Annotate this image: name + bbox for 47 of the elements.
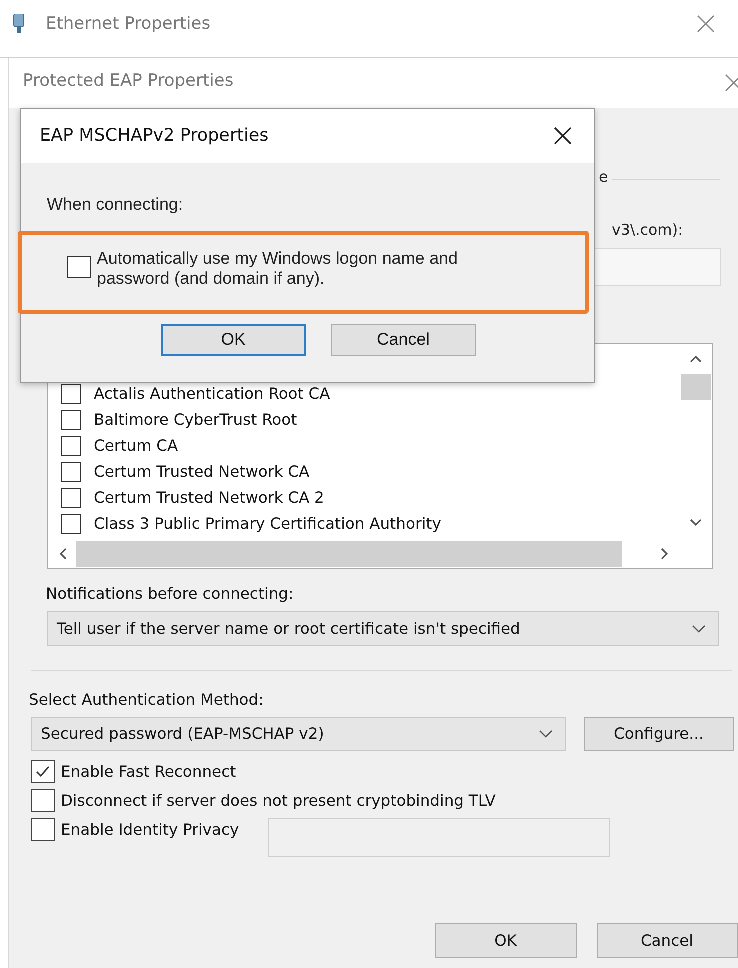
authentication-method-label: Select Authentication Method: [29,691,265,709]
option-label: Enable Identity Privacy [61,820,240,838]
checkbox[interactable] [61,410,81,430]
notifications-dropdown[interactable]: Tell user if the server name or root certificate isn't specified [47,611,719,646]
checkbox[interactable] [61,488,81,508]
checkbox[interactable] [31,760,55,783]
configure-button[interactable]: Configure... [584,717,734,751]
prompt-label: When connecting: [47,195,184,215]
checkbox[interactable] [61,462,81,482]
chevron-down-icon [539,730,553,738]
identity-field[interactable] [268,818,610,857]
ok-button[interactable]: OK [161,324,306,356]
certificate-name: Class 3 Public Primary Certification Authority [94,515,442,533]
option-label: Automatically use my Windows logon name and password (and domain if any). [97,249,459,289]
scroll-thumb[interactable] [681,374,711,400]
certificate-name: Actalis Authentication Root CA [94,385,330,403]
cancel-button[interactable]: Cancel [331,324,476,356]
option-label: Disconnect if server does not present cryptobinding TLV [61,792,496,810]
network-adapter-icon [12,14,26,34]
chevron-down-icon [692,624,706,632]
scroll-thumb[interactable] [76,541,622,567]
checkmark-icon [35,764,51,778]
certificate-name: Certum Trusted Network CA [94,463,310,481]
group-label: e [599,168,608,186]
scroll-up-icon[interactable] [689,354,703,364]
checkbox[interactable] [61,436,81,456]
window-title: Protected EAP Properties [23,71,234,91]
option-label: Enable Fast Reconnect [61,762,236,780]
notifications-label: Notifications before connecting: [46,585,295,603]
checkbox[interactable] [61,384,81,404]
scroll-left-icon[interactable] [58,547,68,561]
certificate-name: Certum Trusted Network CA 2 [94,489,324,507]
certificate-name: Certum CA [94,437,178,455]
cancel-button[interactable]: Cancel [596,923,738,958]
scroll-down-icon[interactable] [689,518,703,528]
checkbox[interactable] [61,514,81,534]
certificate-name: Baltimore CyberTrust Root [94,411,298,429]
authentication-method-dropdown[interactable]: Secured password (EAP-MSCHAP v2) [31,717,566,751]
dialog-title: EAP MSCHAPv2 Properties [40,126,269,146]
checkbox[interactable] [67,256,91,278]
window-title: Ethernet Properties [46,14,211,34]
checkbox[interactable] [31,789,55,812]
ok-button[interactable]: OK [435,923,576,958]
scroll-right-icon[interactable] [660,547,670,561]
field-label: v3\.com): [612,220,684,240]
checkbox[interactable] [31,818,55,841]
close-icon[interactable] [554,127,572,145]
